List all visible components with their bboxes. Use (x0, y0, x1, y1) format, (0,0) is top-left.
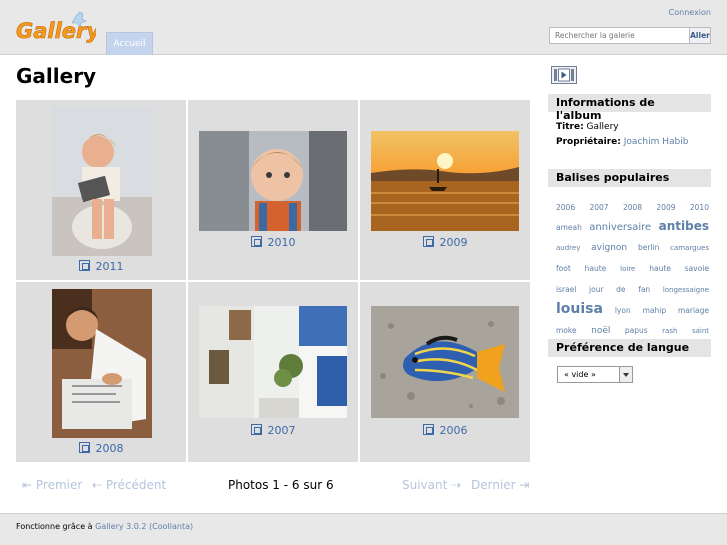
tag-link[interactable]: camargues (670, 244, 709, 252)
slideshow-icon[interactable] (551, 66, 577, 84)
album-icon (250, 424, 262, 435)
tag-link[interactable]: mahip (643, 306, 667, 315)
login-link[interactable]: Connexion (669, 8, 711, 17)
tags-header: Balises populaires (548, 169, 711, 187)
pager: ⇤ Premier ⇠ Précédent Photos 1 - 6 sur 6… (16, 478, 531, 496)
tag-link[interactable]: louisa (556, 301, 603, 317)
tag-link[interactable]: noël (591, 326, 610, 336)
tag-link[interactable]: de (616, 285, 625, 294)
tag-link[interactable]: longessaigne (663, 286, 709, 294)
tag-link[interactable]: 2010 (690, 203, 709, 212)
tag-link[interactable]: 2007 (589, 203, 608, 212)
svg-text:Gallery: Gallery (16, 19, 96, 43)
pager-info: Photos 1 - 6 sur 6 (228, 478, 334, 492)
album-cell[interactable]: 2009 (360, 100, 530, 280)
album-cell[interactable]: 2011 (16, 100, 186, 280)
album-caption[interactable]: 2009 (360, 236, 530, 249)
tag-link[interactable]: lyon (615, 306, 631, 315)
toddler-portrait-icon[interactable] (199, 131, 347, 231)
tag-link[interactable]: berlin (638, 243, 659, 252)
album-caption[interactable]: 2007 (188, 424, 358, 437)
last-page-link[interactable]: Dernier ⇥ (471, 478, 529, 492)
sunset-sea-icon[interactable] (371, 131, 519, 231)
chevron-down-icon (619, 367, 632, 382)
tag-link[interactable]: israel (556, 285, 576, 294)
next-arrow-icon: ⇢ (447, 478, 462, 492)
white-village-icon[interactable] (199, 306, 347, 418)
album-icon (422, 424, 434, 435)
tag-link[interactable]: avignon (591, 243, 627, 253)
tag-link[interactable]: jour (589, 285, 604, 294)
tag-link[interactable]: 2008 (623, 203, 642, 212)
prev-arrow-icon: ⇠ (92, 478, 106, 492)
tag-link[interactable]: anniversaire (589, 222, 651, 233)
first-page-link[interactable]: ⇤ Premier (22, 478, 82, 492)
album-cell[interactable]: 2006 (360, 282, 530, 462)
header: Gallery Connexion Aller Accueil (0, 0, 727, 55)
tab-home[interactable]: Accueil (106, 32, 153, 55)
tag-link[interactable]: savoie (685, 264, 709, 273)
album-icon (78, 260, 90, 271)
tag-link[interactable]: moke (556, 326, 577, 335)
tag-link[interactable]: 2009 (656, 203, 675, 212)
tag-link[interactable]: papus (625, 326, 648, 335)
tag-cloud: 2006 2007 2008 2009 2010 ameah anniversa… (556, 196, 711, 361)
last-arrow-icon: ⇥ (515, 478, 530, 492)
girl-reading-icon[interactable] (52, 107, 152, 256)
search-button[interactable]: Aller (689, 27, 711, 44)
prev-page-link[interactable]: ⇠ Précédent (92, 478, 166, 492)
angelfish-icon[interactable] (371, 306, 519, 418)
gallery-version-link[interactable]: Gallery 3.0.2 (95, 522, 146, 531)
tag-link[interactable]: antibes (659, 219, 709, 233)
search-input[interactable] (549, 27, 690, 44)
gallery-logo[interactable]: Gallery (14, 10, 96, 46)
album-icon (422, 236, 434, 247)
album-grid: 2011 2010 2009 2008 2007 2006 (16, 100, 531, 464)
first-arrow-icon: ⇤ (22, 478, 36, 492)
album-info-header: Informations de l'album (548, 94, 711, 122)
album-cell[interactable]: 2010 (188, 100, 358, 280)
tag-link[interactable]: rash (662, 327, 677, 335)
language-select[interactable]: « vide » (557, 366, 633, 383)
album-icon (78, 442, 90, 453)
tag-link[interactable]: haute (585, 264, 607, 273)
next-page-link[interactable]: Suivant ⇢ (402, 478, 461, 492)
tag-link[interactable]: audrey (556, 244, 580, 252)
album-cell[interactable]: 2007 (188, 282, 358, 462)
album-caption[interactable]: 2010 (188, 236, 358, 249)
tag-link[interactable]: saint (692, 327, 709, 335)
album-info: Titre: Gallery Propriétaire: Joachim Hab… (556, 122, 689, 147)
tag-link[interactable]: ameah (556, 223, 582, 232)
language-header: Préférence de langue (548, 339, 711, 357)
tag-link[interactable]: 2006 (556, 203, 575, 212)
album-caption[interactable]: 2006 (360, 424, 530, 437)
tag-link[interactable]: foot (556, 264, 571, 273)
tag-link[interactable]: haute (649, 264, 671, 273)
owner-link[interactable]: Joachim Habib (624, 137, 689, 147)
tag-link[interactable]: fan (638, 285, 650, 294)
album-icon (250, 236, 262, 247)
album-caption[interactable]: 2008 (16, 442, 186, 455)
footer: Fonctionne grâce à Gallery 3.0.2 (Coolla… (0, 513, 727, 545)
tag-link[interactable]: mariage (678, 306, 709, 315)
tag-link[interactable]: loire (620, 265, 635, 273)
album-caption[interactable]: 2011 (16, 260, 186, 273)
theme-credit-link[interactable]: (Coollanta) (149, 522, 193, 531)
album-cell[interactable]: 2008 (16, 282, 186, 462)
man-writing-icon[interactable] (52, 289, 152, 438)
search-form: Aller (549, 27, 711, 44)
page-title: Gallery (16, 64, 97, 88)
